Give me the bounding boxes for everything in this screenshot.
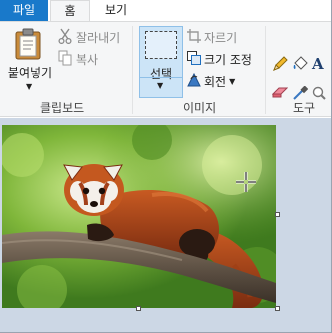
rotate-label: 회전 — [204, 74, 227, 89]
resize-icon — [187, 50, 204, 68]
fill-bucket-icon[interactable] — [292, 56, 308, 75]
paint-window: 파일 홈 보기 붙여넣기 ▼ 잘라내기 복사 클립보드 선택 ▼ 자르기 크기 … — [0, 0, 332, 333]
chevron-down-icon[interactable]: ▼ — [229, 77, 235, 86]
paste-button[interactable]: 붙여넣기 ▼ — [4, 26, 52, 92]
resize-label: 크기 조정 — [204, 52, 252, 67]
tab-file[interactable]: 파일 — [0, 0, 48, 21]
rotate-button[interactable]: 회전 ▼ — [187, 72, 235, 90]
copy-icon — [58, 50, 76, 69]
resize-handle-corner[interactable] — [275, 306, 280, 311]
scissors-icon — [58, 28, 76, 47]
clipboard-icon — [14, 28, 42, 63]
image-group-label: 이미지 — [183, 101, 217, 115]
crop-icon — [187, 28, 204, 46]
paste-label: 붙여넣기 — [7, 66, 53, 80]
ribbon-home: 붙여넣기 ▼ 잘라내기 복사 클립보드 선택 ▼ 자르기 크기 조정 회전 ▼ … — [0, 21, 331, 117]
resize-handle-right[interactable] — [275, 212, 280, 217]
ribbon-tabs: 파일 홈 보기 — [0, 0, 331, 22]
rotate-icon — [187, 72, 204, 90]
tab-home[interactable]: 홈 — [50, 0, 90, 22]
select-button[interactable]: 선택 ▼ — [139, 26, 183, 98]
cut-label: 잘라내기 — [76, 30, 121, 45]
crop-button[interactable]: 자르기 — [187, 28, 237, 46]
tools-row-top: A — [272, 56, 324, 75]
copy-button[interactable]: 복사 — [58, 50, 98, 68]
eraser-icon[interactable] — [271, 86, 289, 103]
select-label: 선택 — [149, 67, 173, 81]
select-split-divider — [140, 77, 182, 78]
chevron-down-icon[interactable]: ▼ — [26, 82, 32, 91]
chevron-down-icon[interactable]: ▼ — [157, 81, 163, 90]
tools-group-label: 도구 — [293, 101, 316, 115]
crop-label: 자르기 — [204, 30, 238, 45]
select-rectangle-icon — [145, 31, 177, 59]
resize-handle-bottom[interactable] — [136, 306, 141, 311]
pencil-icon[interactable] — [272, 56, 288, 75]
cut-button[interactable]: 잘라내기 — [58, 28, 120, 46]
tab-view[interactable]: 보기 — [96, 0, 136, 21]
group-divider — [132, 26, 133, 114]
canvas-image[interactable] — [2, 125, 276, 308]
group-divider — [265, 26, 266, 114]
crosshair-cursor-icon — [236, 172, 256, 192]
resize-button[interactable]: 크기 조정 — [187, 50, 252, 68]
copy-label: 복사 — [76, 52, 99, 67]
clipboard-group-label: 클립보드 — [40, 101, 85, 115]
text-icon[interactable]: A — [312, 56, 324, 75]
